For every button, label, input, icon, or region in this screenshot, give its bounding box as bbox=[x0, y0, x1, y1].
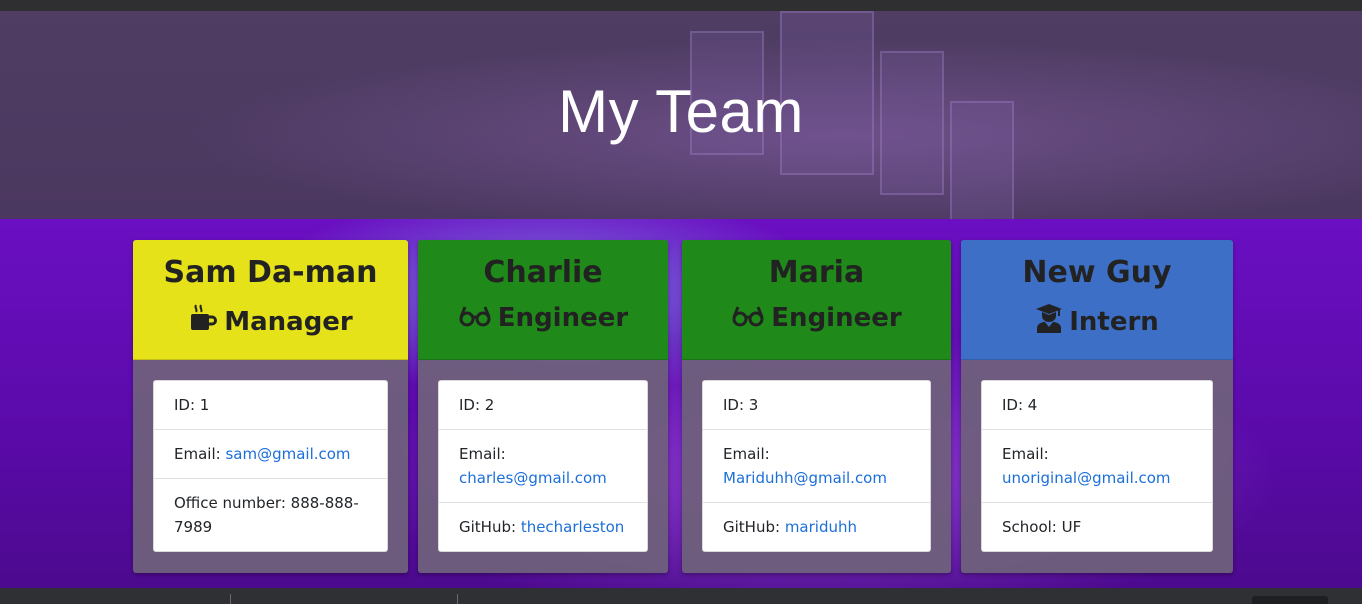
team-card-manager: Sam Da-man Manager ID: 1 Email: sam@gmai… bbox=[133, 240, 408, 573]
employee-role: Intern bbox=[1069, 307, 1159, 337]
employee-name: Charlie bbox=[483, 255, 603, 290]
email-label: Email: bbox=[723, 445, 770, 463]
employee-details: ID: 3 Email: Mariduhh@gmail.com GitHub: … bbox=[702, 380, 931, 552]
card-header: Charlie Engineer bbox=[418, 240, 668, 360]
employee-name: New Guy bbox=[1022, 255, 1172, 290]
email-label: Email: bbox=[459, 445, 506, 463]
tab-separator bbox=[457, 594, 458, 604]
email-link[interactable]: charles@gmail.com bbox=[459, 469, 607, 487]
list-item-email: Email: sam@gmail.com bbox=[154, 430, 387, 479]
id-value: 2 bbox=[484, 396, 495, 414]
list-item-email: Email: Mariduhh@gmail.com bbox=[703, 430, 930, 503]
school-label: School: bbox=[1002, 518, 1062, 536]
id-label: ID: bbox=[723, 396, 749, 414]
employee-role-line: Engineer bbox=[682, 303, 951, 336]
list-item-office-number: Office number: 888-888-7989 bbox=[154, 479, 387, 551]
browser-top-strip bbox=[0, 0, 1362, 11]
employee-details: ID: 4 Email: unoriginal@gmail.com School… bbox=[981, 380, 1213, 552]
list-item-github: GitHub: thecharleston bbox=[439, 503, 647, 551]
email-label: Email: bbox=[174, 445, 226, 463]
browser-bottom-bar bbox=[0, 588, 1362, 604]
office-number-label: Office number: bbox=[174, 494, 291, 512]
email-label: Email: bbox=[1002, 445, 1049, 463]
employee-name: Sam Da-man bbox=[163, 255, 378, 290]
github-label: GitHub: bbox=[459, 518, 521, 536]
list-item-github: GitHub: mariduhh bbox=[703, 503, 930, 551]
employee-role-line: Manager bbox=[133, 303, 408, 340]
employee-details: ID: 2 Email: charles@gmail.com GitHub: t… bbox=[438, 380, 648, 552]
employee-role: Manager bbox=[224, 307, 353, 337]
list-item-email: Email: charles@gmail.com bbox=[439, 430, 647, 503]
employee-role: Engineer bbox=[771, 303, 902, 333]
list-item-school: School: UF bbox=[982, 503, 1212, 551]
coffee-mug-icon bbox=[188, 303, 218, 340]
email-link[interactable]: unoriginal@gmail.com bbox=[1002, 469, 1171, 487]
page-title: My Team bbox=[558, 78, 804, 145]
page-header: My Team bbox=[0, 11, 1362, 219]
card-header: Sam Da-man Manager bbox=[133, 240, 408, 360]
id-value: 3 bbox=[748, 396, 759, 414]
taskbar-tab[interactable] bbox=[1252, 596, 1328, 604]
tab-separator bbox=[230, 594, 231, 604]
employee-role-line: Intern bbox=[961, 303, 1233, 340]
employee-name: Maria bbox=[768, 255, 865, 290]
github-link[interactable]: thecharleston bbox=[521, 518, 625, 536]
list-item-id: ID: 1 bbox=[154, 381, 387, 430]
employee-details: ID: 1 Email: sam@gmail.com Office number… bbox=[153, 380, 388, 552]
id-label: ID: bbox=[1002, 396, 1028, 414]
id-value: 1 bbox=[199, 396, 210, 414]
card-header: Maria Engineer bbox=[682, 240, 951, 360]
employee-role-line: Engineer bbox=[418, 303, 668, 336]
email-link[interactable]: sam@gmail.com bbox=[225, 445, 350, 463]
github-link[interactable]: mariduhh bbox=[785, 518, 857, 536]
employee-role: Engineer bbox=[497, 303, 629, 333]
list-item-id: ID: 2 bbox=[439, 381, 647, 430]
id-label: ID: bbox=[174, 396, 200, 414]
id-value: 4 bbox=[1027, 396, 1038, 414]
github-label: GitHub: bbox=[723, 518, 785, 536]
glasses-icon bbox=[458, 303, 492, 336]
graduate-icon bbox=[1035, 303, 1063, 340]
list-item-email: Email: unoriginal@gmail.com bbox=[982, 430, 1212, 503]
list-item-id: ID: 4 bbox=[982, 381, 1212, 430]
email-link[interactable]: Mariduhh@gmail.com bbox=[723, 469, 887, 487]
team-card-engineer: Charlie Engineer ID: 2 Email: charles@gm… bbox=[418, 240, 668, 573]
team-card-engineer: Maria Engineer ID: 3 Email: Mariduhh@gma… bbox=[682, 240, 951, 573]
glasses-icon bbox=[731, 303, 765, 336]
team-card-intern: New Guy Intern ID: 4 Email: unoriginal@g… bbox=[961, 240, 1233, 573]
school-value: UF bbox=[1061, 518, 1082, 536]
card-header: New Guy Intern bbox=[961, 240, 1233, 360]
list-item-id: ID: 3 bbox=[703, 381, 930, 430]
id-label: ID: bbox=[459, 396, 485, 414]
